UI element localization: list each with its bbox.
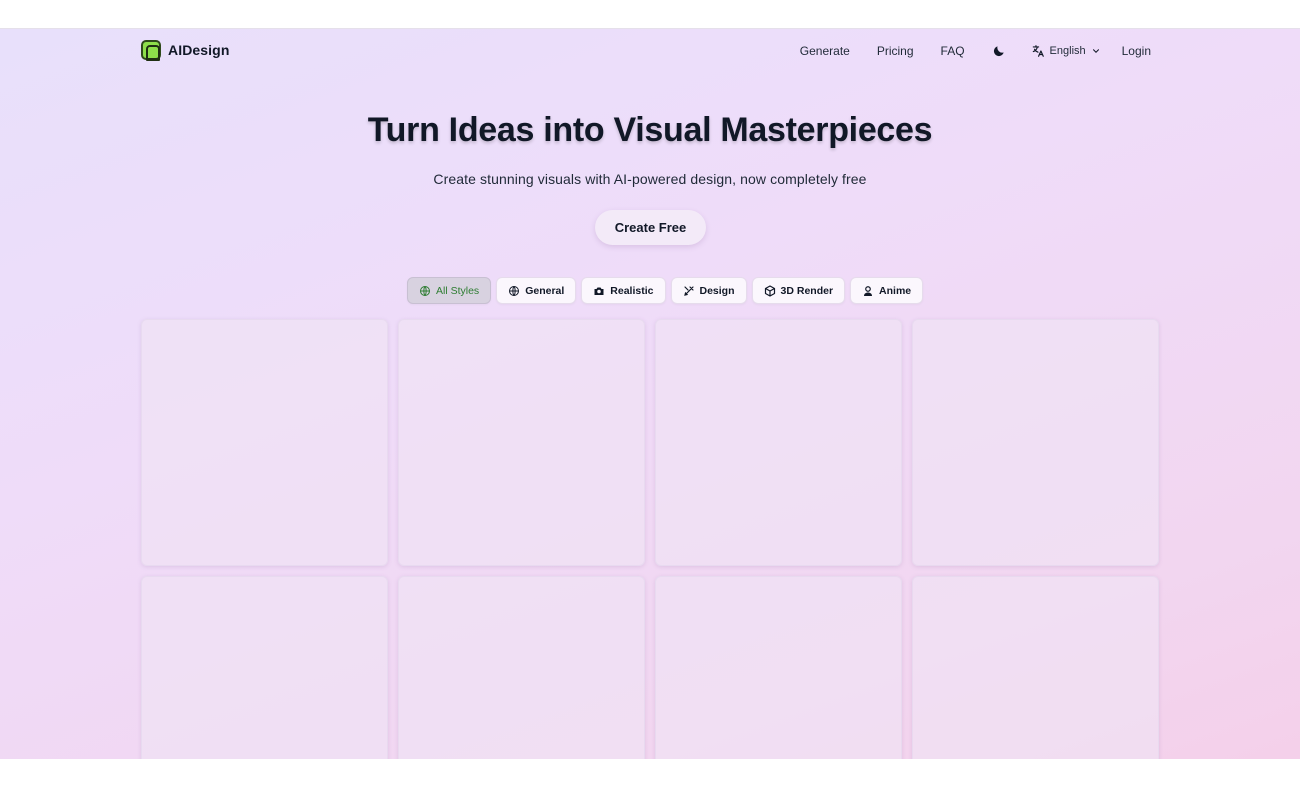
hero-title: Turn Ideas into Visual Masterpieces bbox=[367, 111, 933, 149]
filter-label: General bbox=[525, 284, 565, 297]
login-link[interactable]: Login bbox=[1122, 44, 1151, 58]
camera-icon bbox=[594, 287, 604, 295]
filter-realistic[interactable]: Realistic bbox=[581, 277, 666, 304]
filter-general[interactable]: General bbox=[496, 277, 577, 304]
top-nav: AIDesign Generate Pricing FAQ English Lo… bbox=[141, 40, 1159, 62]
filter-3d-render[interactable]: 3D Render bbox=[751, 277, 846, 304]
filter-label: Design bbox=[699, 284, 735, 297]
nav-pricing-link[interactable]: Pricing bbox=[877, 44, 914, 58]
gallery-card[interactable] bbox=[912, 319, 1159, 566]
gallery-card[interactable] bbox=[912, 576, 1159, 759]
hero-subtitle: Create stunning visuals with AI-powered … bbox=[433, 171, 867, 187]
language-label: English bbox=[1049, 45, 1086, 57]
person-icon bbox=[864, 285, 873, 296]
filter-design[interactable]: Design bbox=[670, 277, 747, 304]
filter-all-styles[interactable]: All Styles bbox=[407, 277, 492, 304]
moon-icon bbox=[993, 46, 1004, 57]
chevron-down-icon bbox=[1091, 46, 1101, 56]
page-viewport: AIDesign Generate Pricing FAQ English Lo… bbox=[0, 28, 1300, 759]
theme-toggle-button[interactable] bbox=[991, 43, 1007, 59]
gallery-card[interactable] bbox=[398, 576, 645, 759]
globe-icon bbox=[509, 285, 520, 296]
filter-anime[interactable]: Anime bbox=[850, 277, 924, 304]
gallery-card[interactable] bbox=[141, 576, 388, 759]
translate-icon bbox=[1032, 45, 1044, 57]
brand-logo[interactable]: AIDesign bbox=[141, 40, 230, 61]
brand-name: AIDesign bbox=[168, 42, 230, 58]
gallery-card[interactable] bbox=[141, 319, 388, 566]
design-tools-icon bbox=[683, 285, 694, 296]
gallery-card[interactable] bbox=[398, 319, 645, 566]
style-filter-bar: All Styles General Realistic Design 3D R… bbox=[407, 277, 924, 304]
gallery-card[interactable] bbox=[655, 576, 902, 759]
filter-label: 3D Render bbox=[780, 284, 834, 297]
filter-label: Anime bbox=[879, 284, 912, 297]
create-free-button[interactable]: Create Free bbox=[595, 210, 706, 245]
cube-icon bbox=[764, 284, 775, 297]
nav-links: Generate Pricing FAQ English Login bbox=[800, 40, 1151, 62]
logo-icon bbox=[141, 40, 161, 61]
filter-label: Realistic bbox=[610, 284, 654, 297]
nav-faq-link[interactable]: FAQ bbox=[941, 44, 965, 58]
gallery-card[interactable] bbox=[655, 319, 902, 566]
language-selector[interactable]: English bbox=[1031, 44, 1101, 58]
globe-icon bbox=[420, 285, 430, 296]
nav-generate-link[interactable]: Generate bbox=[800, 44, 850, 58]
filter-label: All Styles bbox=[436, 284, 480, 297]
